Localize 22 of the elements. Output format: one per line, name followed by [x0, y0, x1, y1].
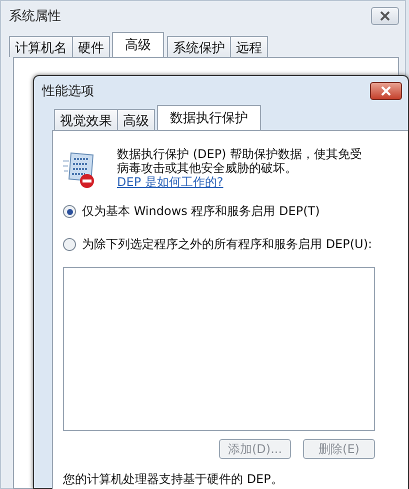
status-text: 您的计算机处理器支持基于硬件的 DEP。	[63, 471, 284, 488]
window-title: 系统属性	[9, 8, 61, 25]
close-icon	[380, 86, 392, 96]
description-text: 数据执行保护 (DEP) 帮助保护数据，使其免受病毒攻击或其他安全威胁的破坏。 DEP 是如何工作的?	[117, 147, 364, 189]
option-label: 仅为基本 Windows 程序和服务启用 DEP(T)	[82, 203, 320, 220]
dialog-title: 性能选项	[42, 83, 94, 100]
radio-button[interactable]	[63, 205, 76, 218]
close-button[interactable]	[371, 7, 399, 25]
tab[interactable]: 远程	[230, 36, 268, 57]
radio-button[interactable]	[63, 238, 76, 251]
tab[interactable]: 数据执行保护	[157, 105, 261, 130]
close-icon	[379, 11, 391, 21]
tab[interactable]: 硬件	[72, 36, 110, 57]
close-button[interactable]	[370, 82, 402, 100]
memory-block-icon	[63, 151, 97, 189]
tab[interactable]: 视觉效果	[54, 109, 118, 130]
tab[interactable]: 高级	[112, 32, 164, 57]
tab[interactable]: 高级	[117, 109, 155, 130]
tab[interactable]: 系统保护	[167, 36, 231, 57]
help-link[interactable]: DEP 是如何工作的?	[117, 175, 224, 189]
option-label: 为除下列选定程序之外的所有程序和服务启用 DEP(U):	[82, 236, 372, 253]
tab[interactable]: 计算机名	[9, 36, 73, 57]
